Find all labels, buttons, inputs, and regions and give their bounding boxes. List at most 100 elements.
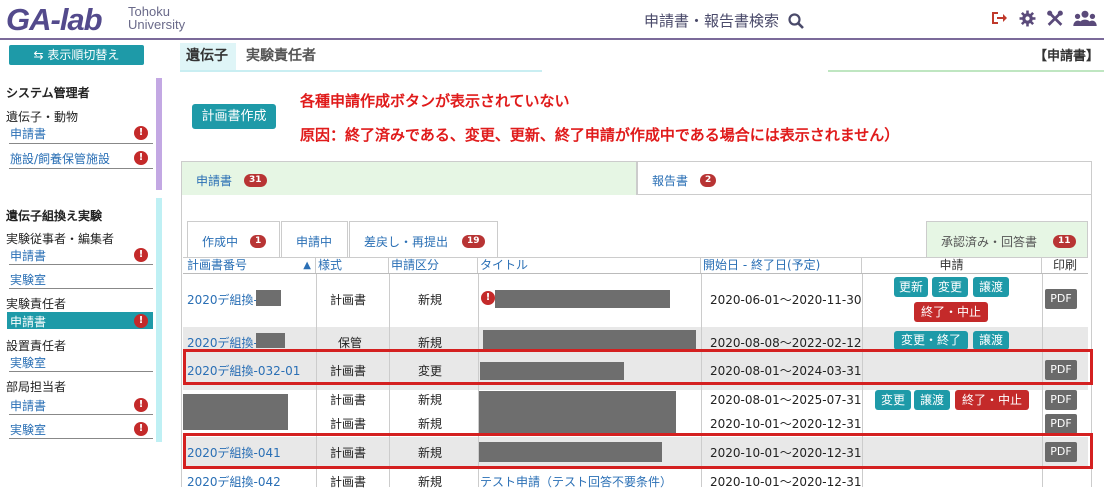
sidebar-group-label: 設置責任者 (6, 339, 67, 353)
form-cell: 保管 (338, 336, 363, 350)
col-title[interactable]: タイトル (478, 258, 701, 273)
subtab-drafting[interactable]: 作成中 1 (187, 221, 280, 258)
transfer-button[interactable]: 譲渡 (914, 390, 950, 410)
sidebar-admin-subtitle: 遺伝子・動物 (6, 110, 79, 124)
notice-title: 各種申請作成ボタンが表示されていない (300, 92, 570, 110)
divider (9, 438, 153, 439)
sidebar-item-facility[interactable]: 施設/飼養保管施設 (0, 150, 120, 167)
redacted-block (256, 290, 281, 306)
divider (9, 414, 153, 415)
alert-icon: ! (134, 398, 148, 412)
document-search-link[interactable]: 申請書・報告書検索 (644, 10, 804, 33)
sidebar-item-dept-lab[interactable]: 実験室 (0, 421, 56, 438)
form-cell: 計画書 (330, 417, 367, 431)
sidebar-item-dept-application[interactable]: 申請書 (0, 397, 56, 414)
logo[interactable]: GA-lab (6, 3, 103, 37)
sidebar-item-responsible-application[interactable]: 申請書 (0, 313, 56, 330)
count-badge: 1 (250, 235, 267, 248)
dates-cell: 2020-06-01～2020-11-30 (710, 293, 862, 307)
gear-icon[interactable] (1019, 10, 1036, 31)
alert-icon: ! (134, 314, 148, 328)
sidebar-item-admin-application[interactable]: 申請書 (0, 125, 56, 142)
subtab-label: 作成中 (202, 235, 239, 249)
logo-sub-line2: University (128, 17, 186, 32)
change-button[interactable]: 変更 (932, 277, 968, 297)
terminate-button[interactable]: 終了・中止 (914, 302, 988, 322)
header-underline-right (828, 70, 1104, 72)
logout-icon[interactable] (990, 10, 1008, 30)
pdf-button[interactable]: PDF (1045, 289, 1077, 309)
notice-reason: 原因：終了済みである、変更、更新、終了申請が作成中である場合には表示されません） (300, 126, 900, 144)
col-plan-number[interactable]: 計画書番号 ▲ (185, 258, 316, 273)
count-badge: 11 (1053, 235, 1076, 248)
tools-icon[interactable] (1046, 10, 1064, 31)
redacted-block (183, 394, 288, 430)
kind-cell: 新規 (418, 393, 443, 407)
sidebar-item-worker-application[interactable]: 申請書 (0, 247, 56, 264)
kind-cell: 新規 (418, 336, 443, 350)
col-form[interactable]: 様式 (316, 258, 389, 273)
top-bar: GA-lab Tohoku University 申請書・報告書検索 (0, 0, 1104, 40)
sort-asc-icon[interactable]: ▲ (303, 258, 311, 273)
users-icon[interactable] (1073, 10, 1097, 31)
highlight-box (183, 433, 1093, 469)
change-end-button[interactable]: 変更・終了 (894, 331, 968, 350)
alert-icon: ! (134, 126, 148, 140)
sidebar-gene-section: 遺伝子組換え実験 実験従事者・編集者 申請書 ! 実験室 実験責任者 申請書 !… (0, 198, 162, 442)
reorder-button[interactable]: ⇆ 表示順切替え (9, 45, 144, 65)
sidebar-group-label: 実験責任者 (6, 297, 67, 311)
sidebar-item-installer-lab[interactable]: 実験室 (0, 354, 56, 371)
count-badge: 2 (700, 174, 717, 187)
reorder-label: 表示順切替え (47, 48, 120, 62)
dates-cell: 2020-08-08～2022-02-12 (710, 336, 862, 350)
sidebar-admin-section: システム管理者 遺伝子・動物 申請書 ! 施設/飼養保管施設 ! (0, 78, 162, 190)
divider (9, 168, 153, 169)
subtab-label: 承認済み・回答書 (941, 235, 1038, 249)
change-button[interactable]: 変更 (875, 390, 911, 410)
logo-subtitle: Tohoku University (128, 5, 185, 31)
search-icon (788, 13, 804, 33)
subtab-submitted[interactable]: 申請中 (281, 221, 348, 258)
subtab-approved[interactable]: 承認済み・回答書 11 (926, 221, 1088, 258)
redacted-block (256, 333, 285, 348)
transfer-button[interactable]: 譲渡 (973, 331, 1009, 350)
highlight-box (183, 349, 1093, 385)
document-search-label: 申請書・報告書検索 (644, 12, 780, 30)
column-label: 計画書番号 (187, 258, 248, 272)
dates-cell: 2020-10-01～2020-12-31 (710, 417, 862, 431)
tab-applications[interactable]: 申請書 31 (181, 161, 637, 195)
plan-number-link[interactable]: 2020デ組換- (187, 293, 258, 307)
kind-cell: 新規 (418, 417, 443, 431)
alert-icon: ! (134, 248, 148, 262)
renew-button[interactable]: 更新 (894, 277, 928, 297)
create-plan-button[interactable]: 計画書作成 (192, 104, 276, 129)
category-label[interactable]: 遺伝子 (186, 43, 228, 70)
sidebar-gene-title: 遺伝子組換え実験 (6, 209, 103, 223)
terminate-button[interactable]: 終了・中止 (955, 390, 1029, 410)
col-kind[interactable]: 申請区分 (389, 258, 478, 273)
col-dates[interactable]: 開始日 - 終了日(予定) (701, 258, 862, 273)
transfer-button[interactable]: 譲渡 (973, 277, 1009, 297)
tab-reports[interactable]: 報告書 2 (637, 161, 1092, 195)
redacted-block (479, 391, 676, 433)
header-underline-left (180, 70, 542, 72)
subtab-returned[interactable]: 差戻し・再提出 19 (349, 221, 498, 258)
kind-cell: 新規 (418, 293, 443, 307)
subtab-label: 差戻し・再提出 (364, 235, 449, 249)
tab-applications-label: 申請書 (196, 174, 233, 188)
role-label: 実験責任者 (246, 48, 316, 64)
doc-type-label: 【申請書】 (1034, 49, 1100, 64)
form-cell: 計画書 (330, 293, 367, 307)
pdf-button[interactable]: PDF (1045, 390, 1077, 410)
divider (9, 371, 153, 372)
plan-number-link[interactable]: 2020デ組換- (187, 336, 258, 350)
sidebar-item-worker-lab[interactable]: 実験室 (0, 271, 56, 288)
sidebar-group-label: 部局担当者 (6, 380, 67, 394)
redacted-block (483, 330, 696, 350)
tab-reports-label: 報告書 (652, 174, 689, 188)
divider (9, 143, 153, 144)
dates-cell: 2020-08-01～2025-07-31 (710, 393, 862, 407)
pdf-button[interactable]: PDF (1045, 414, 1077, 434)
col-print: 印刷 (1052, 258, 1077, 272)
divider (9, 264, 153, 265)
